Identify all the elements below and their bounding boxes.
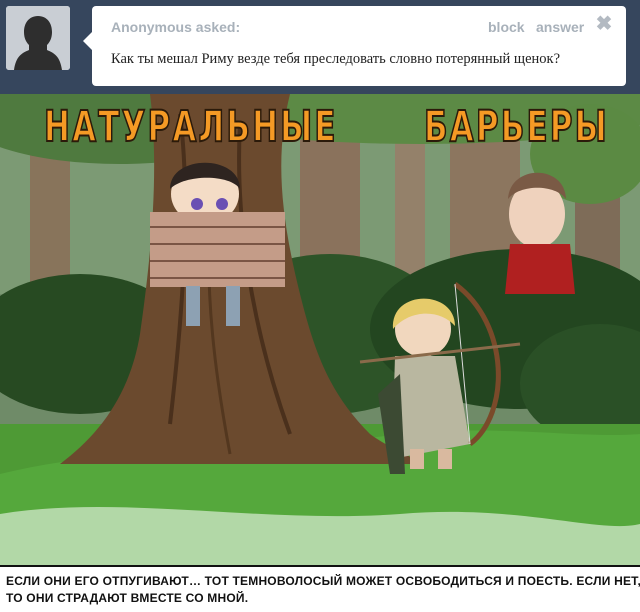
forest-illustration — [0, 94, 640, 565]
asker-label: Anonymous asked: — [111, 19, 241, 35]
bubble-tail — [83, 32, 92, 50]
comic-title-left: НАТУРАЛЬНЫЕ — [43, 101, 338, 153]
caption-line-1: ЕСЛИ ОНИ ЕГО ОТПУГИВАЮТ… ТОТ ТЕМНОВОЛОСЫ… — [6, 574, 640, 588]
caption-box: ЕСЛИ ОНИ ЕГО ОТПУГИВАЮТ… ТОТ ТЕМНОВОЛОСЫ… — [0, 565, 640, 612]
anonymous-avatar-icon[interactable] — [6, 6, 70, 70]
answer-button[interactable]: answer — [536, 19, 584, 35]
block-button[interactable]: block — [488, 19, 525, 35]
comic-title-right: БАРЬЕРЫ — [423, 101, 609, 153]
close-icon[interactable]: ✖ — [594, 14, 614, 34]
caption-line-2: ТО ОНИ СТРАДАЮТ ВМЕСТЕ СО МНОЙ. — [6, 591, 249, 605]
ask-header: Anonymous asked: block answer ✖ Как ты м… — [0, 0, 640, 94]
ask-bubble: Anonymous asked: block answer ✖ Как ты м… — [83, 6, 626, 86]
comic-image: НАТУРАЛЬНЫЕ БАРЬЕРЫ — [0, 94, 640, 565]
question-text: Как ты мешал Риму везде тебя преследоват… — [111, 51, 561, 67]
